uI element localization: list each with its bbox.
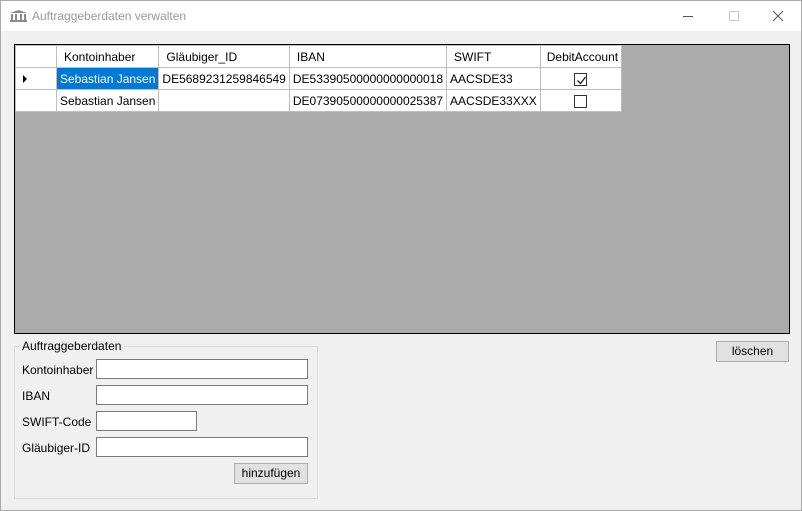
current-row-arrow-icon [23,75,27,83]
kontoinhaber-input[interactable] [96,359,308,379]
hinzufuegen-button[interactable]: hinzufügen [234,463,308,484]
debit-account-checkbox[interactable] [574,72,588,86]
minimize-button[interactable] [665,1,711,31]
glaeubiger-id-label: Gläubiger-ID [22,441,91,455]
minimize-icon [683,16,693,17]
groupbox-title: Auftraggeberdaten [20,339,124,353]
cell-debit-account[interactable] [539,89,623,112]
column-header-glaeubiger-id[interactable]: Gläubiger_ID [158,45,290,68]
close-button[interactable] [755,1,801,31]
swift-code-label: SWIFT-Code [22,415,92,429]
app-window: Auftraggeberdaten verwalten Kontoinhaber… [0,0,802,511]
cell-glaeubiger-id[interactable]: DE5689231259846549 [158,67,290,90]
glaeubiger-id-input[interactable] [96,437,308,457]
swift-code-input[interactable] [96,411,197,431]
cell-swift[interactable]: AACSDE33XXX [446,89,541,112]
cell-iban[interactable]: DE53390500000000000018 [288,67,448,90]
checkmark-icon [577,76,587,85]
table-row[interactable]: Sebastian Jansen DE5689231259846549 DE53… [15,67,623,90]
cell-glaeubiger-id[interactable] [158,89,290,112]
corner-header-cell[interactable] [15,45,57,68]
column-header-debit-account[interactable]: DebitAccount [539,45,623,68]
auftraggeberdaten-groupbox: Auftraggeberdaten Kontoinhaber IBAN SWIF… [14,340,318,499]
header-row: Kontoinhaber Gläubiger_ID IBAN SWIFT Deb… [15,45,623,68]
table-row[interactable]: Sebastian Jansen DE07390500000000025387 … [15,89,623,112]
column-header-iban[interactable]: IBAN [288,45,448,68]
maximize-button[interactable] [711,1,757,31]
window-title: Auftraggeberdaten verwalten [32,9,187,23]
data-grid-table: Kontoinhaber Gläubiger_ID IBAN SWIFT Deb… [15,45,623,112]
iban-input[interactable] [96,385,308,405]
row-header-cell[interactable] [15,67,57,90]
loeschen-button[interactable]: löschen [716,341,789,362]
cell-swift[interactable]: AACSDE33 [446,67,541,90]
data-grid[interactable]: Kontoinhaber Gläubiger_ID IBAN SWIFT Deb… [14,44,790,334]
debit-account-checkbox[interactable] [574,94,588,108]
cell-iban[interactable]: DE07390500000000025387 [288,89,448,112]
cell-kontoinhaber[interactable]: Sebastian Jansen [55,89,160,112]
column-header-swift[interactable]: SWIFT [446,45,541,68]
cell-kontoinhaber[interactable]: Sebastian Jansen [55,67,160,90]
close-icon [772,10,784,22]
maximize-icon [729,11,739,21]
kontoinhaber-label: Kontoinhaber [22,363,94,377]
cell-debit-account[interactable] [539,67,623,90]
title-bar[interactable]: Auftraggeberdaten verwalten [1,1,801,31]
bank-icon [10,10,27,22]
column-header-kontoinhaber[interactable]: Kontoinhaber [55,45,160,68]
row-header-cell[interactable] [15,89,57,112]
iban-label: IBAN [22,389,51,403]
